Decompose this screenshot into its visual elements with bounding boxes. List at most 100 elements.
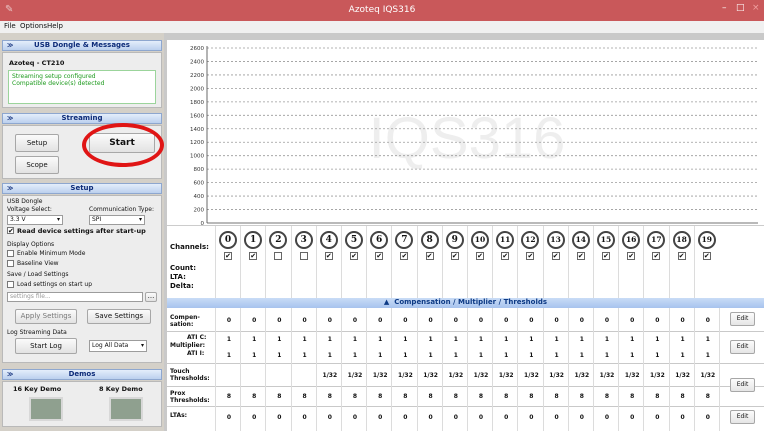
setup-button[interactable]: Setup — [15, 134, 59, 152]
close-icon[interactable]: × — [752, 3, 760, 13]
compensation-banner[interactable]: ▲ Compensation / Multiplier / Thresholds — [167, 298, 764, 308]
channel-checkbox[interactable]: ✔ — [602, 252, 610, 260]
touch-cell: 1/32 — [700, 372, 716, 379]
channel-checkbox[interactable]: ✔ — [702, 252, 711, 260]
collapse-chevron-icon: ≫ — [7, 371, 14, 378]
channel-checkbox[interactable]: ✔ — [526, 252, 535, 260]
setup-panel-header[interactable]: ≫ Setup — [2, 183, 162, 194]
channel-number: 3 — [294, 231, 313, 249]
compensation-cell: 0 — [554, 317, 559, 324]
menu-help[interactable]: Help — [47, 22, 63, 30]
ati-i-cell: 1 — [403, 352, 408, 359]
channel-checkbox[interactable]: ✔ — [425, 252, 434, 260]
demos-panel-header[interactable]: ≫ Demos — [2, 369, 162, 380]
ltas-cell: 0 — [252, 414, 257, 421]
comm-type-select[interactable]: SPI ▾ — [89, 215, 145, 225]
start-log-button[interactable]: Start Log — [15, 338, 77, 354]
ltas-cell: 0 — [478, 414, 484, 421]
ati-c-cell: 1 — [453, 336, 458, 343]
touch-cell: 1/32 — [473, 372, 489, 379]
touch-thresholds-label: Touch Thresholds: — [170, 368, 210, 382]
channel-column: 8 ✔ — [419, 231, 443, 269]
channel-checkbox[interactable]: ✔ — [324, 252, 333, 260]
column-separator — [567, 308, 569, 431]
browse-button[interactable]: ... — [145, 292, 157, 302]
channel-checkbox[interactable]: ✔ — [677, 252, 686, 260]
channel-number: 2 — [269, 231, 288, 249]
ltas-cell: 0 — [630, 414, 635, 421]
channel-checkbox[interactable] — [274, 252, 283, 260]
y-tick-label: 200 — [194, 208, 205, 214]
load-on-start-checkbox[interactable] — [7, 281, 14, 288]
voltage-select[interactable]: 3.3 V ▾ — [7, 215, 63, 225]
chart-area: IQS316 2600 2400 2200 2000 1800 1600 1400 1200 10… — [167, 40, 764, 227]
read-settings-checkbox[interactable]: ✔ — [7, 227, 14, 235]
prox-cell: 8 — [554, 393, 559, 400]
channel-checkbox[interactable]: ✔ — [551, 252, 560, 260]
demo-16-key-image[interactable] — [29, 397, 63, 421]
y-tick-label: 2000 — [190, 86, 204, 92]
usb-dongle-label: USB Dongle — [7, 198, 43, 205]
compensation-cell: 0 — [302, 317, 307, 324]
menu-options[interactable]: Options — [20, 22, 47, 30]
column-separator — [542, 308, 544, 431]
compensation-cell: 0 — [327, 317, 332, 324]
channel-checkbox[interactable]: ✔ — [476, 252, 484, 260]
channel-number: 19 — [697, 231, 716, 249]
multiplier-label: Multiplier: — [170, 342, 206, 349]
prox-thresholds-label: Prox Thresholds: — [170, 390, 210, 404]
channel-checkbox[interactable]: ✔ — [576, 252, 585, 260]
channel-checkbox[interactable]: ✔ — [450, 252, 459, 260]
usb-panel-header[interactable]: ≫ USB Dongle & Messages — [2, 40, 162, 51]
menu-file[interactable]: File — [4, 22, 16, 30]
save-load-label: Save / Load Settings — [7, 271, 69, 278]
channel-checkbox[interactable]: ✔ — [652, 252, 661, 260]
baseline-view-label: Baseline View — [17, 260, 59, 267]
edit-compensation-button[interactable]: Edit — [730, 312, 755, 326]
log-mode-select[interactable]: Log All Data ▾ — [89, 340, 147, 352]
channel-checkbox[interactable]: ✔ — [400, 252, 409, 260]
edit-ltas-button[interactable]: Edit — [730, 410, 755, 424]
display-options-label: Display Options — [7, 241, 55, 248]
column-separator — [441, 308, 443, 431]
column-separator — [215, 308, 216, 431]
y-tick-label: 600 — [194, 181, 205, 187]
chevron-down-icon: ▾ — [56, 216, 60, 223]
channel-checkbox[interactable]: ✔ — [627, 252, 636, 260]
apply-settings-button[interactable]: Apply Settings — [15, 309, 77, 324]
settings-file-input[interactable]: settings file... — [7, 292, 143, 302]
edit-multiplier-button[interactable]: Edit — [730, 340, 755, 354]
channel-checkbox[interactable]: ✔ — [501, 252, 510, 260]
channel-column: 17 ✔ — [645, 231, 669, 269]
channel-checkbox[interactable]: ✔ — [224, 252, 232, 260]
scope-button[interactable]: Scope — [15, 156, 59, 174]
channel-number: 14 — [571, 231, 590, 249]
edit-thresholds-button[interactable]: Edit — [730, 378, 755, 392]
ati-c-cell: 1 — [277, 336, 282, 343]
ati-i-cell: 1 — [529, 352, 534, 359]
compensation-cell: 0 — [403, 317, 408, 324]
channel-checkbox[interactable] — [299, 252, 308, 260]
prox-cell: 8 — [680, 393, 685, 400]
save-settings-button[interactable]: Save Settings — [87, 309, 151, 324]
minimize-icon[interactable]: – — [722, 3, 727, 13]
ati-i-cell: 1 — [252, 352, 257, 359]
baseline-view-checkbox[interactable] — [7, 260, 14, 267]
ltas-cell: 0 — [655, 414, 660, 421]
ati-i-cell: 1 — [655, 352, 660, 359]
channel-checkbox[interactable]: ✔ — [350, 252, 358, 260]
demo-8-key-image[interactable] — [109, 397, 143, 421]
channel-checkbox[interactable]: ✔ — [249, 252, 258, 260]
channel-column: 6 ✔ — [368, 231, 392, 269]
ltas-cell: 0 — [378, 414, 383, 421]
ltas-cell: 0 — [428, 414, 433, 421]
streaming-panel-header[interactable]: ≫ Streaming — [2, 113, 162, 124]
channel-checkbox[interactable]: ✔ — [375, 252, 384, 260]
prox-cell: 8 — [352, 393, 358, 400]
column-separator — [693, 308, 695, 431]
minimum-mode-checkbox[interactable] — [7, 250, 14, 257]
y-tick-label: 2200 — [190, 73, 204, 79]
channel-number: 6 — [370, 231, 389, 249]
maximize-icon[interactable]: □ — [736, 3, 745, 13]
channel-column: 15 ✔ — [595, 231, 619, 269]
